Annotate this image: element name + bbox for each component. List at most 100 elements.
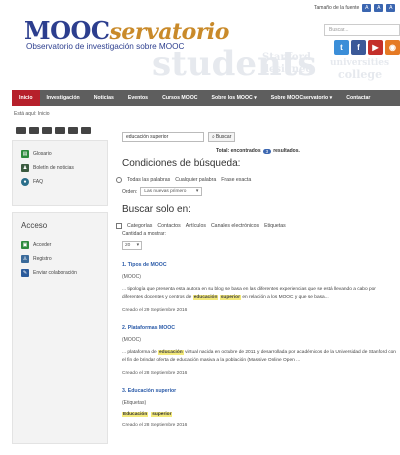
result-snippet: ... tipología que presenta esta autora e… bbox=[122, 286, 398, 302]
snippet-text: ... plataforma de bbox=[122, 350, 157, 355]
search-result: 3. Educación superior (Etiquetas) Educac… bbox=[122, 388, 400, 428]
sidebar-item-glosario[interactable]: ▤ Glosario bbox=[13, 147, 107, 161]
header-bg-word: college bbox=[338, 68, 383, 81]
order-select[interactable]: Las nuevas primero ▾ bbox=[140, 187, 203, 196]
area-label[interactable]: Artículos bbox=[186, 223, 206, 229]
search-only-heading: Buscar solo en: bbox=[122, 204, 191, 215]
rss-icon[interactable]: ◉ bbox=[385, 40, 400, 55]
result-title-link[interactable]: 2. Plataformas MOOC bbox=[122, 325, 400, 331]
result-title-link[interactable]: 3. Educación superior bbox=[122, 388, 400, 394]
font-increase-button[interactable]: A bbox=[362, 4, 372, 12]
toolbar-icon[interactable] bbox=[81, 127, 91, 134]
header-bg-word: designed bbox=[262, 64, 313, 75]
nav-item-sobre-mooc[interactable]: Sobre los MOOC ▾ bbox=[205, 90, 264, 106]
access-title: Acceso bbox=[21, 221, 48, 230]
order-label: Orden: bbox=[122, 188, 138, 195]
nav-item-noticias[interactable]: Noticias bbox=[87, 90, 121, 106]
site-logo[interactable]: MOOCservatorio bbox=[24, 16, 229, 45]
sidebar-item-label: Enviar colaboración bbox=[33, 270, 77, 276]
site-tagline: Observatorio de investigación sobre MOOC bbox=[26, 42, 185, 51]
facebook-icon[interactable]: f bbox=[351, 40, 366, 55]
match-option-label[interactable]: Cualquier palabra bbox=[175, 177, 216, 183]
result-tags: Educación superior bbox=[122, 412, 173, 417]
tag-highlight: Educación bbox=[122, 412, 149, 417]
toolbar-icon[interactable] bbox=[68, 127, 78, 134]
area-label[interactable]: Etiquetas bbox=[264, 223, 286, 229]
result-category: (Etiquetas) bbox=[122, 400, 147, 406]
nav-item-contactar[interactable]: Contactar bbox=[339, 90, 377, 106]
snippet-highlight: educación bbox=[158, 350, 184, 355]
font-decrease-button[interactable]: A bbox=[386, 4, 396, 12]
snippet-highlight: educación bbox=[192, 295, 219, 300]
total-suffix: resultados. bbox=[273, 148, 300, 154]
sidebar-item-colaboracion[interactable]: ✎ Enviar colaboración bbox=[13, 266, 107, 280]
nav-item-sobre-moocservatorio[interactable]: Sobre MOOCservatorio ▾ bbox=[264, 90, 339, 106]
breadcrumb: Está aquí: Inicio bbox=[14, 111, 50, 117]
nav-item-cursos[interactable]: Cursos MOOC bbox=[155, 90, 204, 106]
header-search-input[interactable]: Buscar... bbox=[324, 24, 400, 36]
person-icon: ♟ bbox=[21, 164, 29, 172]
main-nav: Inicio Investigación Noticias Eventos Cu… bbox=[12, 90, 400, 106]
pencil-icon: ✎ bbox=[21, 269, 29, 277]
book-icon: ▤ bbox=[21, 150, 29, 158]
snippet-text: en relación a los MOOC y que se basa... bbox=[242, 295, 329, 300]
area-label[interactable]: Canales electrónicos bbox=[211, 223, 259, 229]
chevron-down-icon: ▾ bbox=[195, 189, 199, 194]
match-options: Todas las palabras Cualquier palabra Fra… bbox=[116, 177, 400, 183]
area-label[interactable]: Categorías bbox=[127, 223, 152, 229]
nav-item-inicio[interactable]: Inicio bbox=[12, 90, 40, 106]
toolbar-icons bbox=[16, 127, 91, 134]
font-reset-button[interactable]: A bbox=[374, 4, 384, 12]
nav-item-eventos[interactable]: Eventos bbox=[121, 90, 155, 106]
chat-icon: ● bbox=[21, 178, 29, 186]
total-count-badge: 3 bbox=[262, 148, 272, 154]
result-snippet: ... plataforma de educación virtual naci… bbox=[122, 349, 398, 365]
sidebar-item-acceder[interactable]: ▣ Acceder bbox=[13, 238, 107, 252]
sidebar-menu-panel: ▤ Glosario ♟ Boletín de noticias ● FAQ bbox=[12, 140, 108, 206]
youtube-icon[interactable]: ▶ bbox=[368, 40, 383, 55]
toolbar-icon[interactable] bbox=[55, 127, 65, 134]
area-checkbox[interactable] bbox=[116, 223, 122, 229]
toolbar-icon[interactable] bbox=[16, 127, 26, 134]
limit-select[interactable]: 20 ▾ bbox=[122, 241, 142, 250]
toolbar-icon[interactable] bbox=[42, 127, 52, 134]
match-option-label[interactable]: Todas las palabras bbox=[127, 177, 170, 183]
chevron-down-icon: ▾ bbox=[136, 243, 139, 248]
sidebar-item-label: FAQ bbox=[33, 179, 44, 185]
font-size-label: Tamaño de la fuente bbox=[314, 5, 360, 11]
search-button[interactable]: ⌕ Buscar bbox=[208, 132, 236, 142]
sidebar-access-panel: Acceso ▣ Acceder ♙ Registro ✎ Enviar col… bbox=[12, 212, 108, 444]
site-header: students Stanford designed universities … bbox=[12, 0, 400, 90]
sidebar-item-label: Registro bbox=[33, 256, 52, 262]
match-option-label[interactable]: Frase exacta bbox=[221, 177, 251, 183]
search-result: 2. Plataformas MOOC (MOOC) ... plataform… bbox=[122, 325, 400, 376]
toolbar-icon[interactable] bbox=[29, 127, 39, 134]
twitter-icon[interactable]: t bbox=[334, 40, 349, 55]
sidebar-item-faq[interactable]: ● FAQ bbox=[13, 175, 107, 189]
user-icon: ♙ bbox=[21, 255, 29, 263]
limit-value: 20 bbox=[125, 243, 131, 248]
search-result: 1. Tipos de MOOC (MOOC) ... tipología qu… bbox=[122, 262, 400, 313]
area-filters: Categorías Contactos Artículos Canales e… bbox=[116, 223, 400, 229]
header-bg-word: Stanford bbox=[262, 52, 311, 63]
search-input[interactable]: educación superior bbox=[122, 132, 204, 142]
sidebar-item-boletin[interactable]: ♟ Boletín de noticias bbox=[13, 161, 107, 175]
sidebar-item-label: Glosario bbox=[33, 151, 52, 157]
result-date: Creado el 28 Septiembre 2016 bbox=[122, 423, 188, 428]
result-title-link[interactable]: 1. Tipos de MOOC bbox=[122, 262, 400, 268]
search-results-main: educación superior ⌕ Buscar Total: encon… bbox=[116, 132, 400, 428]
logo-main: MOOC bbox=[24, 16, 110, 45]
social-links: t f ▶ ◉ ✉ bbox=[334, 40, 400, 55]
sidebar-item-registro[interactable]: ♙ Registro bbox=[13, 252, 107, 266]
radio-todas[interactable] bbox=[116, 177, 122, 183]
result-date: Creado el 28 Septiembre 2016 bbox=[122, 371, 188, 376]
order-row: Orden: Las nuevas primero ▾ bbox=[122, 187, 400, 196]
area-label[interactable]: Contactos bbox=[157, 223, 180, 229]
snippet-highlight: superior bbox=[219, 295, 241, 300]
limit-label: Cantidad a mostrar: bbox=[122, 231, 166, 237]
result-category: (MOOC) bbox=[122, 274, 141, 280]
conditions-heading: Condiciones de búsqueda: bbox=[122, 158, 241, 169]
nav-item-investigacion[interactable]: Investigación bbox=[40, 90, 87, 106]
tag-highlight: superior bbox=[151, 412, 173, 417]
result-category: (MOOC) bbox=[122, 337, 141, 343]
